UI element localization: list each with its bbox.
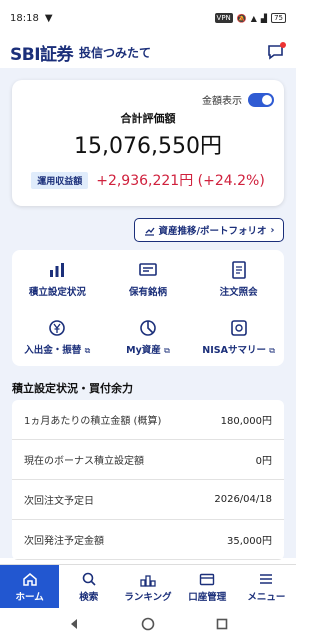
- toggle-label: 金額表示: [202, 96, 242, 107]
- bottom-navigation: ホーム 検索 ランキング 口座管理 メニュー: [0, 564, 296, 608]
- menu-card: 積立設定状況 保有銘柄 注文照会 入出金・振替 ⧉ My資産 ⧉ NISAサマリ…: [12, 250, 284, 366]
- menu-label-text: My資産: [126, 345, 161, 356]
- amount-display-toggle-row[interactable]: 金額表示: [202, 92, 274, 107]
- yen-exchange-icon: [49, 320, 66, 336]
- search-icon: [82, 572, 96, 586]
- nav-ranking[interactable]: ランキング: [118, 565, 177, 608]
- menu-label: 注文照会: [219, 287, 258, 298]
- menu-label: 積立設定状況: [28, 287, 86, 298]
- vpn-badge: VPN: [214, 13, 233, 23]
- nav-label: 口座管理: [188, 591, 227, 603]
- nav-label: ホーム: [15, 591, 44, 603]
- wifi-icon: ▲: [250, 13, 257, 23]
- pie-chart-icon: [140, 320, 156, 336]
- battery-icon: 75: [271, 13, 286, 23]
- ranking-icon: [140, 574, 156, 587]
- menu-label-text: NISAサマリー: [202, 345, 266, 356]
- menu-item-deposit-transfer[interactable]: 入出金・振替 ⧉: [12, 308, 103, 366]
- nav-search[interactable]: 検索: [59, 565, 118, 608]
- external-link-icon: ⧉: [84, 346, 91, 355]
- menu-label: 入出金・振替 ⧉: [24, 342, 90, 356]
- row-value: 180,000円: [220, 416, 272, 427]
- bar-chart-icon: [50, 263, 65, 277]
- table-row: 1ヵ月あたりの積立金額 (概算) 180,000円: [12, 400, 284, 440]
- home-circle-icon[interactable]: [141, 617, 155, 631]
- signal-icon: ▟: [260, 13, 268, 23]
- menu-icon: [260, 573, 273, 584]
- app-subtitle: 投信つみたて: [79, 45, 152, 60]
- chart-trend-icon: [144, 227, 155, 236]
- gain-value: +2,936,221円 (+24.2%): [96, 173, 265, 189]
- nav-account[interactable]: 口座管理: [178, 565, 237, 608]
- message-icon[interactable]: [266, 42, 286, 62]
- evaluation-label: 合計評価額: [120, 112, 176, 125]
- document-icon: [231, 261, 246, 279]
- menu-item-order-inquiry[interactable]: 注文照会: [193, 250, 284, 308]
- system-navigation: [0, 608, 296, 640]
- portfolio-button[interactable]: 資産推移/ポートフォリオ ›: [134, 218, 284, 242]
- table-row: 現在のボーナス積立設定額 0円: [12, 440, 284, 480]
- evaluation-value: 15,076,550円: [74, 134, 222, 159]
- table-row: 次回発注予定金額 35,000円: [12, 520, 284, 560]
- external-link-icon: ⧉: [164, 346, 170, 355]
- row-label: 1ヵ月あたりの積立金額 (概算): [24, 416, 162, 427]
- settings-table: 1ヵ月あたりの積立金額 (概算) 180,000円 現在のボーナス積立設定額 0…: [12, 400, 284, 560]
- menu-item-settings-status[interactable]: 積立設定状況: [12, 250, 103, 308]
- nav-label: 検索: [79, 591, 99, 603]
- menu-item-my-assets[interactable]: My資産 ⧉: [103, 308, 194, 366]
- table-row: 次回注文予定日 2026/04/18: [12, 480, 284, 520]
- settings-section-title: 積立設定状況・買付余力: [12, 382, 133, 395]
- home-icon: [22, 572, 37, 586]
- app-bar: SBI証券 投信つみたて: [0, 36, 296, 68]
- gain-badge: 運用収益額: [31, 171, 89, 189]
- mute-icon: 🔕: [236, 13, 247, 23]
- recents-icon[interactable]: [215, 617, 229, 631]
- menu-label: My資産 ⧉: [126, 342, 170, 356]
- nisa-icon: [230, 320, 247, 336]
- portfolio-button-label: 資産推移/ポートフォリオ: [158, 226, 267, 237]
- sbi-logo[interactable]: SBI証券: [10, 40, 74, 65]
- shield-icon: ▼: [44, 12, 53, 24]
- menu-label: 保有銘柄: [128, 287, 167, 298]
- nav-label: ランキング: [124, 591, 172, 603]
- back-icon[interactable]: [67, 617, 81, 631]
- notification-dot: [280, 42, 286, 48]
- row-label: 次回注文予定日: [24, 496, 94, 507]
- menu-label: NISAサマリー ⧉: [202, 342, 275, 356]
- nav-menu[interactable]: メニュー: [237, 565, 296, 608]
- card-list-icon: [139, 263, 157, 276]
- status-icons: VPN 🔕 ▲ ▟ 75: [214, 13, 286, 23]
- wallet-icon: [200, 573, 215, 585]
- external-link-icon: ⧉: [269, 346, 276, 355]
- row-value: 2026/04/18: [214, 494, 272, 505]
- clock: 18:18: [10, 12, 39, 24]
- row-label: 次回発注予定金額: [24, 536, 104, 547]
- row-label: 現在のボーナス積立設定額: [24, 456, 144, 467]
- amount-display-toggle[interactable]: [248, 92, 274, 107]
- menu-item-holdings[interactable]: 保有銘柄: [103, 250, 194, 308]
- nav-label: メニュー: [247, 591, 286, 603]
- menu-label-text: 入出金・振替: [24, 345, 82, 356]
- evaluation-card: 金額表示 合計評価額 15,076,550円 運用収益額 +2,936,221円…: [12, 80, 284, 206]
- gain-row: 運用収益額 +2,936,221円 (+24.2%): [12, 170, 284, 190]
- row-value: 0円: [255, 456, 272, 467]
- row-value: 35,000円: [227, 536, 272, 547]
- chevron-right-icon: ›: [270, 224, 275, 236]
- status-bar: 18:18 ▼ VPN 🔕 ▲ ▟ 75: [0, 0, 296, 36]
- menu-item-nisa-summary[interactable]: NISAサマリー ⧉: [193, 308, 284, 366]
- nav-home[interactable]: ホーム: [0, 565, 60, 608]
